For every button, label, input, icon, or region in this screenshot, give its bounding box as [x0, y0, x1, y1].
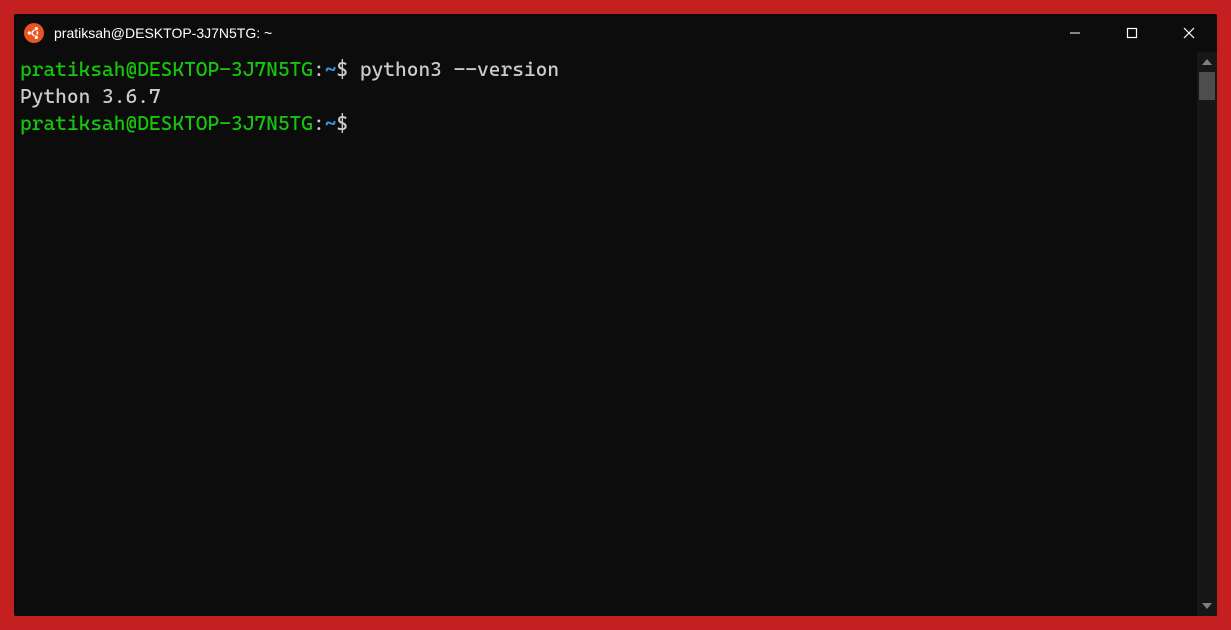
scrollbar-up-arrow[interactable] [1197, 52, 1217, 72]
scrollbar-thumb[interactable] [1199, 72, 1215, 100]
scrollbar-down-arrow[interactable] [1197, 596, 1217, 616]
window-controls [1046, 14, 1217, 52]
output-text: Python 3.6.7 [20, 84, 161, 108]
minimize-button[interactable] [1046, 14, 1103, 52]
command-text: python3 --version [348, 57, 559, 81]
titlebar-left: pratiksah@DESKTOP-3J7N5TG: ~ [14, 23, 1046, 43]
prompt-path: ~ [325, 57, 337, 81]
terminal-body: pratiksah@DESKTOP-3J7N5TG:~$ python3 --v… [14, 52, 1217, 616]
close-button[interactable] [1160, 14, 1217, 52]
titlebar[interactable]: pratiksah@DESKTOP-3J7N5TG: ~ [14, 14, 1217, 52]
prompt-dollar: $ [336, 57, 348, 81]
prompt-user: pratiksah@DESKTOP-3J7N5TG [20, 111, 313, 135]
prompt-path: ~ [325, 111, 337, 135]
terminal-content[interactable]: pratiksah@DESKTOP-3J7N5TG:~$ python3 --v… [14, 52, 1197, 616]
prompt-dollar: $ [336, 111, 348, 135]
maximize-button[interactable] [1103, 14, 1160, 52]
prompt-colon: : [313, 111, 325, 135]
ubuntu-icon [24, 23, 44, 43]
window-title: pratiksah@DESKTOP-3J7N5TG: ~ [54, 25, 272, 41]
prompt-user: pratiksah@DESKTOP-3J7N5TG [20, 57, 313, 81]
scrollbar[interactable] [1197, 52, 1217, 616]
terminal-window: pratiksah@DESKTOP-3J7N5TG: ~ pra [14, 14, 1217, 616]
prompt-colon: : [313, 57, 325, 81]
scrollbar-track[interactable] [1197, 72, 1217, 596]
